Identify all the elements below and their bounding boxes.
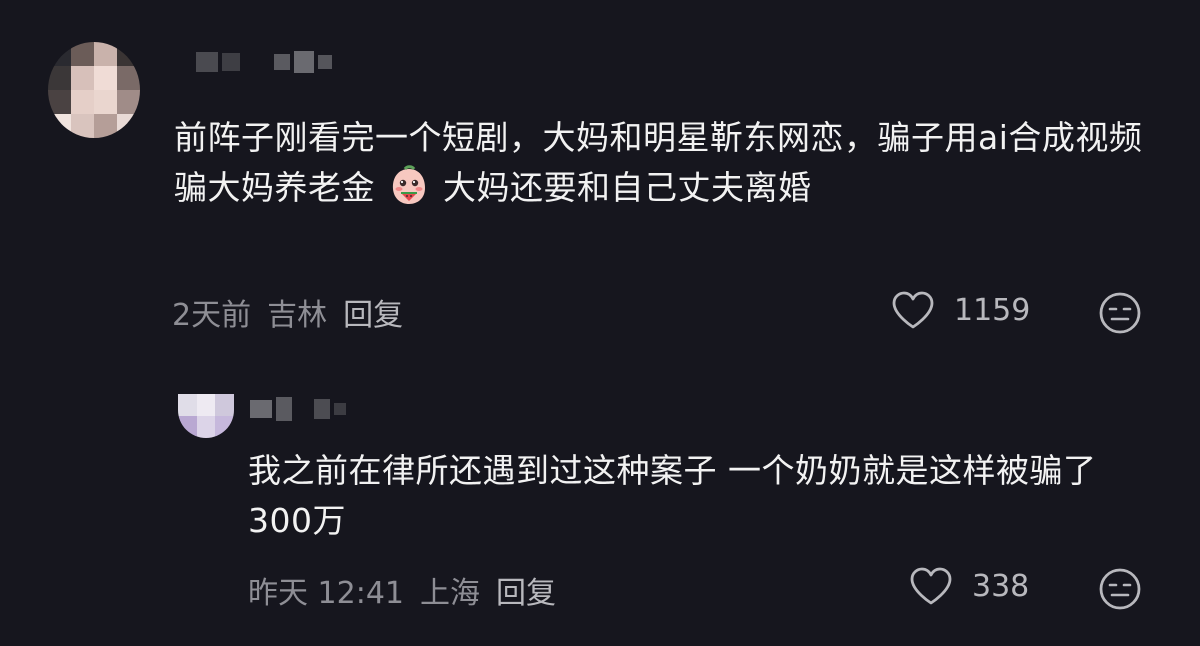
heart-outline-icon xyxy=(892,291,934,329)
reply-button[interactable]: 回复 xyxy=(496,568,556,612)
like-button[interactable]: 1159 xyxy=(890,290,1030,330)
comment-text: 前阵子刚看完一个短剧，大妈和明星靳东网恋，骗子用ai合成视频骗大妈养老金 大妈还… xyxy=(174,113,1154,213)
reply-button[interactable]: 回复 xyxy=(343,290,403,334)
reply-avatar[interactable] xyxy=(178,394,234,438)
like-count: 1159 xyxy=(954,292,1031,328)
comment-thread: 前阵子刚看完一个短剧，大妈和明星靳东网恋，骗子用ai合成视频骗大妈养老金 大妈还… xyxy=(0,0,1200,646)
reply-meta: 昨天 12:41 上海 回复 xyxy=(248,568,556,612)
like-count: 338 xyxy=(972,568,1030,604)
username-pixelated[interactable] xyxy=(196,48,336,76)
neutral-face-icon[interactable] xyxy=(1098,291,1142,335)
comment-text-part: 大妈还要和自己丈夫离婚 xyxy=(443,168,812,207)
like-button[interactable]: 338 xyxy=(908,566,1029,606)
neutral-face-icon[interactable] xyxy=(1098,567,1142,611)
reply-location: 上海 xyxy=(420,576,480,611)
comment-meta: 2天前 吉林 回复 xyxy=(172,290,403,334)
heart-outline-icon xyxy=(910,567,952,605)
reply-text: 我之前在律所还遇到过这种案子 一个奶奶就是这样被骗了300万 xyxy=(248,451,1097,540)
crying-watermelon-sticker-icon xyxy=(392,165,425,204)
reply-time: 昨天 12:41 xyxy=(248,576,404,611)
comment-location: 吉林 xyxy=(267,298,328,333)
comment-time: 2天前 xyxy=(172,298,252,333)
avatar[interactable] xyxy=(48,42,140,138)
reply-username-pixelated[interactable] xyxy=(250,396,350,422)
